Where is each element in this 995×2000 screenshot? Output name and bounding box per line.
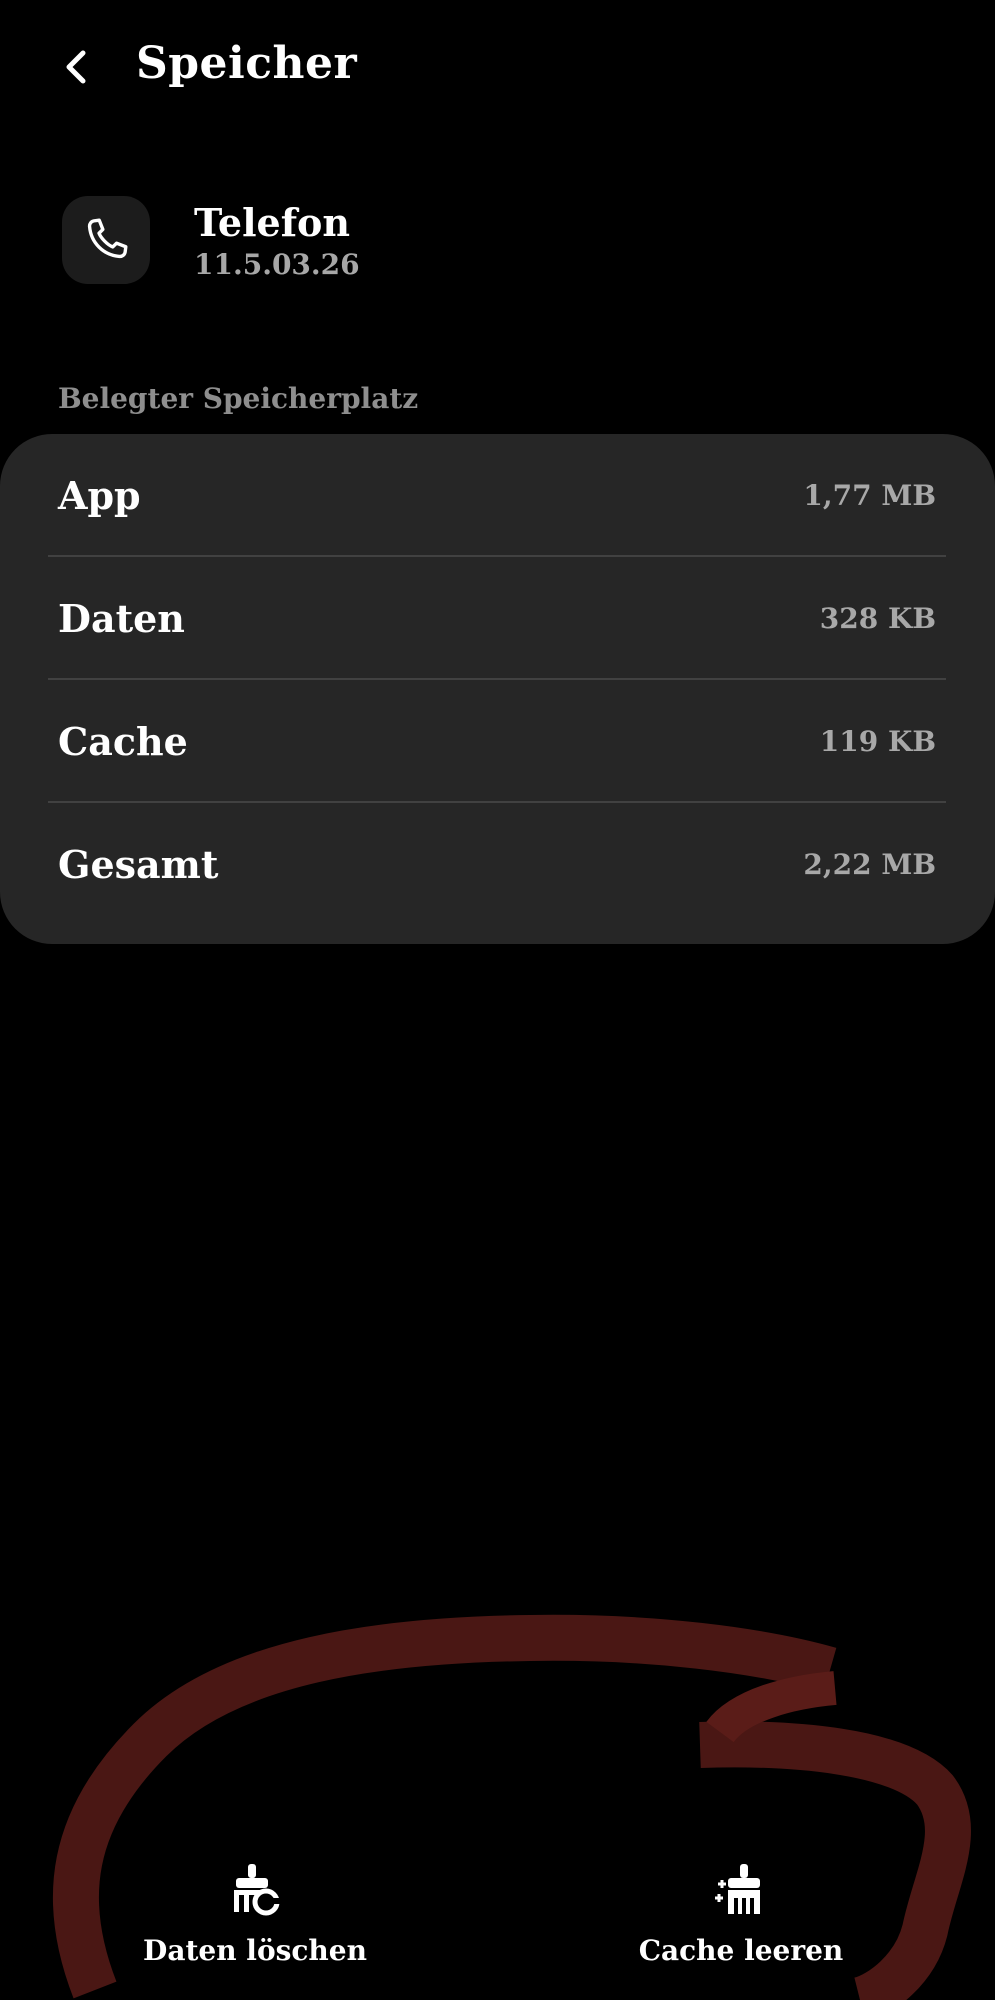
- app-version: 11.5.03.26: [194, 248, 360, 281]
- clear-cache-label: Cache leeren: [638, 1934, 844, 1967]
- clear-data-button[interactable]: Daten löschen: [125, 1862, 385, 1980]
- storage-row-app: App 1,77 MB: [48, 434, 946, 556]
- storage-row-value: 1,77 MB: [803, 478, 936, 512]
- storage-row-label: Cache: [58, 718, 188, 764]
- storage-row-cache: Cache 119 KB: [48, 680, 946, 802]
- top-app-bar: Speicher: [0, 0, 995, 140]
- annotation-scribble: [52, 1614, 971, 2000]
- clear-cache-icon: [715, 1864, 760, 1914]
- clear-data-icon: [234, 1864, 280, 1916]
- app-name: Telefon: [194, 200, 351, 245]
- chevron-left-icon: [66, 50, 86, 84]
- storage-row-label: Daten: [58, 595, 185, 641]
- app-icon: [62, 196, 150, 284]
- clear-data-label: Daten löschen: [143, 1934, 367, 1967]
- storage-card: App 1,77 MB Daten 328 KB Cache 119 KB Ge…: [0, 434, 995, 944]
- storage-row-value: 328 KB: [819, 601, 936, 635]
- storage-row-total: Gesamt 2,22 MB: [48, 803, 946, 925]
- storage-row-label: App: [58, 472, 141, 518]
- section-label: Belegter Speicherplatz: [58, 382, 419, 415]
- storage-row-label: Gesamt: [58, 841, 219, 887]
- phone-icon: [87, 218, 128, 259]
- page-title: Speicher: [136, 38, 358, 89]
- app-info: Telefon 11.5.03.26: [62, 196, 862, 292]
- storage-row-data: Daten 328 KB: [48, 557, 946, 679]
- clear-cache-button[interactable]: Cache leeren: [611, 1862, 871, 1980]
- back-button[interactable]: [50, 40, 104, 94]
- storage-row-value: 119 KB: [819, 724, 936, 758]
- storage-row-value: 2,22 MB: [803, 847, 936, 881]
